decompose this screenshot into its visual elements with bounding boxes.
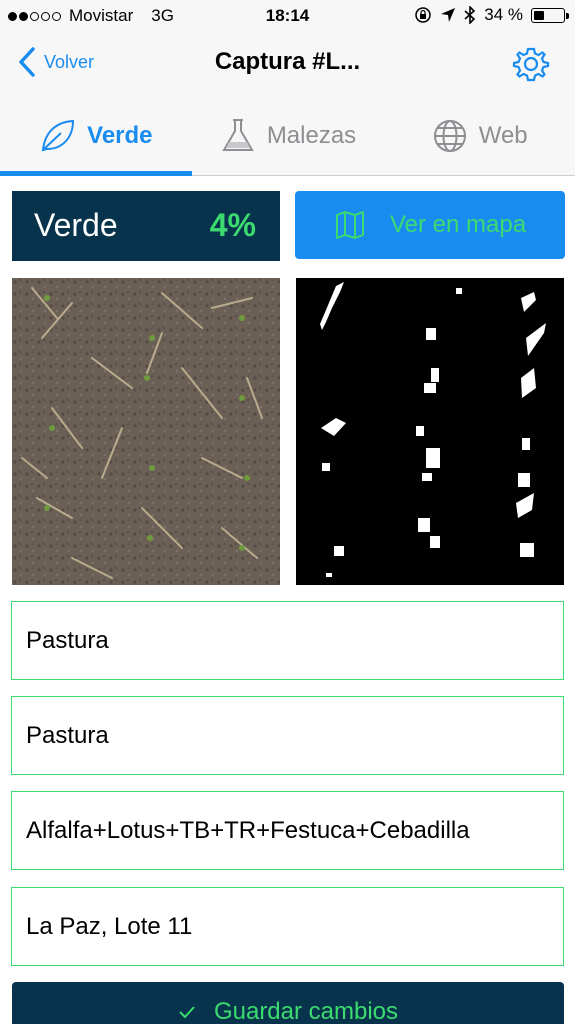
location-arrow-icon [441, 8, 456, 22]
field-category[interactable]: Pastura [11, 696, 564, 775]
battery-icon [531, 7, 569, 23]
tab-verde-label: Verde [87, 121, 153, 149]
tab-malezas-label: Malezas [266, 121, 357, 149]
rotation-lock-icon [415, 7, 431, 23]
tab-web-label: Web [478, 121, 528, 149]
green-mask-image [296, 278, 564, 585]
globe-icon [433, 119, 466, 152]
field-location-value: La Paz, Lote 11 [26, 912, 193, 940]
page-title: Captura #L... [214, 48, 361, 75]
coverage-label: Verde [34, 207, 118, 243]
map-icon [335, 211, 364, 239]
tab-malezas[interactable]: Malezas [192, 96, 384, 175]
tab-web[interactable]: Web [383, 96, 575, 175]
leaf-icon [41, 119, 75, 151]
field-mixture[interactable]: Alfalfa+Lotus+TB+TR+Festuca+Cebadilla [11, 791, 564, 870]
view-on-map-label: Ver en mapa [389, 211, 527, 238]
battery-percent: 34 % [484, 5, 523, 24]
save-changes-button[interactable]: Guardar cambios [12, 982, 564, 1024]
settings-gear-icon[interactable] [511, 44, 551, 84]
save-changes-label: Guardar cambios [213, 998, 399, 1024]
field-category-value: Pastura [26, 721, 109, 749]
field-crop-type[interactable]: Pastura [11, 601, 564, 680]
coverage-percent: 4% [209, 207, 256, 243]
field-crop-type-value: Pastura [26, 626, 109, 654]
tab-bar: Verde Malezas Web [0, 96, 575, 176]
bluetooth-icon [464, 6, 476, 24]
tab-verde[interactable]: Verde [0, 96, 192, 176]
field-photo [12, 278, 280, 585]
view-on-map-button[interactable]: Ver en mapa [295, 191, 565, 259]
field-location[interactable]: La Paz, Lote 11 [11, 887, 564, 966]
flask-icon [222, 118, 254, 151]
field-mixture-value: Alfalfa+Lotus+TB+TR+Festuca+Cebadilla [26, 816, 470, 844]
green-coverage-card: Verde 4% [12, 191, 280, 261]
checkmark-icon [179, 1006, 195, 1019]
navigation-bar: Volver Captura #L... [0, 32, 575, 96]
status-bar: Movistar 3G 18:14 34 % [0, 0, 575, 32]
status-right: 34 % [414, 5, 569, 25]
